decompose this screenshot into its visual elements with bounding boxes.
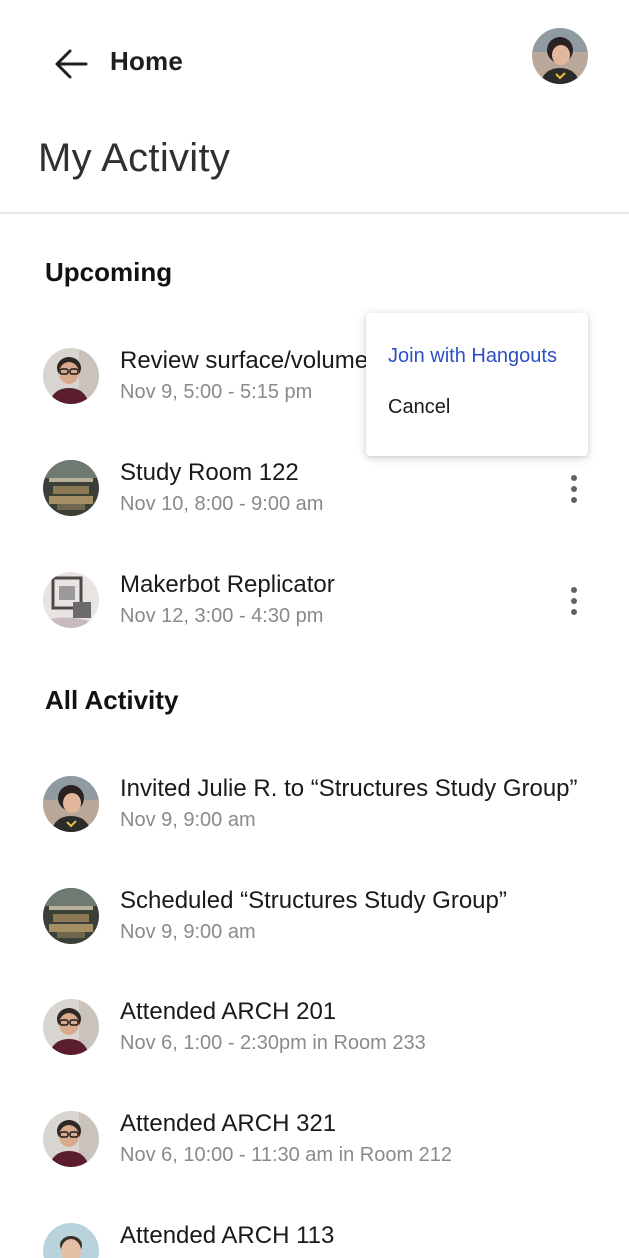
my-activity-screen: Home My Activity Upcoming Review surface… bbox=[0, 0, 629, 1258]
item-title: Attended ARCH 321 bbox=[120, 1110, 337, 1137]
item-title: Study Room 122 bbox=[120, 459, 299, 486]
more-vert-icon[interactable] bbox=[560, 584, 588, 618]
join-with-hangouts-menu-item[interactable]: Join with Hangouts bbox=[388, 345, 557, 368]
more-vert-icon[interactable] bbox=[560, 472, 588, 506]
item-title: Attended ARCH 113 bbox=[120, 1222, 335, 1249]
header-divider bbox=[0, 212, 629, 214]
account-avatar[interactable] bbox=[532, 28, 588, 84]
avatar bbox=[43, 1223, 99, 1258]
cancel-menu-item[interactable]: Cancel bbox=[388, 396, 450, 419]
item-subtitle: Nov 6, 10:00 - 11:30 am in Room 212 bbox=[120, 1144, 453, 1166]
item-title: Scheduled “Structures Study Group” bbox=[120, 887, 507, 914]
upcoming-item[interactable]: Makerbot Replicator Nov 12, 3:00 - 4:30 … bbox=[0, 571, 629, 662]
section-title-upcoming: Upcoming bbox=[45, 257, 173, 287]
activity-item[interactable]: Attended ARCH 321 Nov 6, 10:00 - 11:30 a… bbox=[0, 1110, 629, 1201]
avatar bbox=[43, 776, 99, 832]
item-subtitle: Nov 9, 5:00 - 5:15 pm bbox=[120, 381, 313, 403]
avatar bbox=[43, 348, 99, 404]
page-title: My Activity bbox=[38, 136, 231, 180]
avatar bbox=[43, 888, 99, 944]
activity-item[interactable]: Invited Julie R. to “Structures Study Gr… bbox=[0, 775, 629, 866]
section-title-all-activity: All Activity bbox=[45, 685, 179, 715]
item-subtitle: Nov 12, 3:00 - 4:30 pm bbox=[120, 605, 324, 627]
overflow-menu: Join with Hangouts Cancel bbox=[366, 313, 588, 456]
avatar bbox=[43, 999, 99, 1055]
back-arrow-icon[interactable] bbox=[52, 47, 90, 81]
back-label[interactable]: Home bbox=[110, 46, 183, 77]
avatar bbox=[43, 1111, 99, 1167]
item-subtitle: Nov 9, 9:00 am bbox=[120, 809, 256, 831]
activity-item[interactable]: Attended ARCH 113 bbox=[0, 1222, 629, 1258]
item-title: Attended ARCH 201 bbox=[120, 998, 337, 1025]
item-subtitle: Nov 10, 8:00 - 9:00 am bbox=[120, 493, 324, 515]
activity-item[interactable]: Attended ARCH 201 Nov 6, 1:00 - 2:30pm i… bbox=[0, 998, 629, 1089]
item-title: Review surface/volume bbox=[120, 347, 369, 374]
activity-item[interactable]: Scheduled “Structures Study Group” Nov 9… bbox=[0, 887, 629, 978]
item-title: Invited Julie R. to “Structures Study Gr… bbox=[120, 775, 578, 802]
top-app-bar: Home bbox=[0, 0, 629, 120]
avatar bbox=[43, 572, 99, 628]
avatar bbox=[43, 460, 99, 516]
item-subtitle: Nov 9, 9:00 am bbox=[120, 921, 256, 943]
item-title: Makerbot Replicator bbox=[120, 571, 335, 598]
item-subtitle: Nov 6, 1:00 - 2:30pm in Room 233 bbox=[120, 1032, 426, 1054]
upcoming-item[interactable]: Study Room 122 Nov 10, 8:00 - 9:00 am bbox=[0, 459, 629, 550]
